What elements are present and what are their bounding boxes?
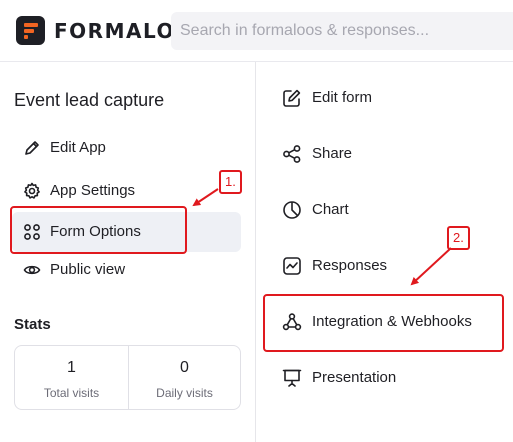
step-1-arrow (192, 188, 219, 207)
annotation-arrows (192, 188, 452, 286)
step-2-arrow (410, 247, 452, 286)
